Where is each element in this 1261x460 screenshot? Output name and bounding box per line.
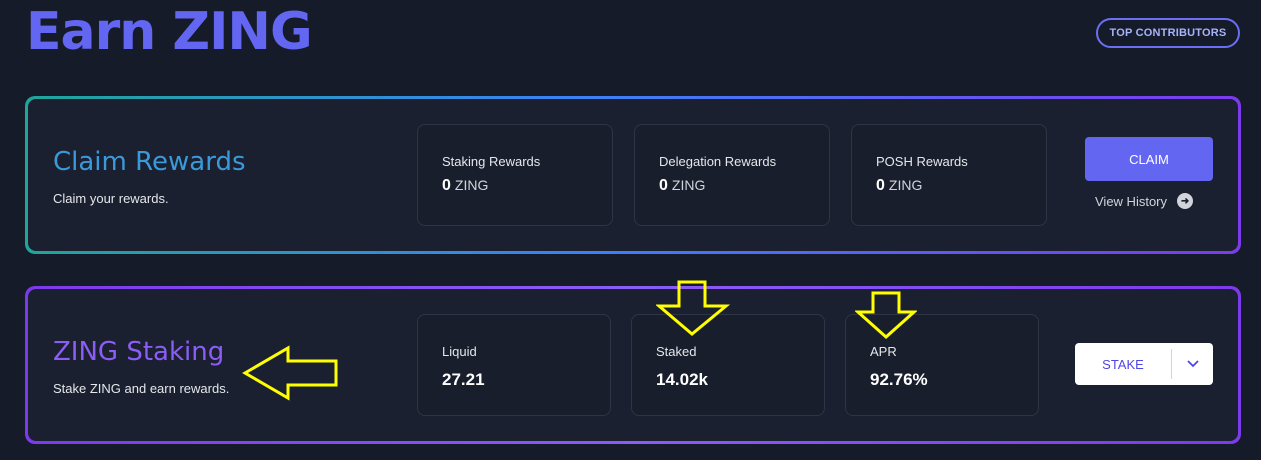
delegation-rewards-card: Delegation Rewards 0 ZING <box>634 124 830 226</box>
stat-value: 27.21 <box>442 370 485 389</box>
stake-button-group: STAKE <box>1075 343 1213 385</box>
view-history-label: View History <box>1095 193 1168 209</box>
stat-value: 0 ZING <box>876 177 923 194</box>
chevron-down-icon <box>1186 360 1199 368</box>
arrow-right-circle-icon: ➜ <box>1177 193 1194 209</box>
zing-staking-title: ZING Staking <box>53 337 225 367</box>
stat-label: Staking Rewards <box>442 154 541 169</box>
top-contributors-button[interactable]: TOP CONTRIBUTORS <box>1096 18 1240 48</box>
stat-value: 14.02k <box>656 370 708 389</box>
stat-value: 0 ZING <box>659 177 706 194</box>
page-title: Earn ZING <box>26 2 313 62</box>
arrow-left-icon <box>242 345 338 401</box>
arrow-down-icon <box>656 280 730 336</box>
stat-label: Delegation Rewards <box>659 154 777 169</box>
stat-label: Staked <box>656 344 697 359</box>
staking-rewards-card: Staking Rewards 0 ZING <box>417 124 613 226</box>
stake-dropdown-button[interactable] <box>1172 343 1213 385</box>
stat-label: POSH Rewards <box>876 154 968 169</box>
zing-staking-section: ZING Staking Stake ZING and earn rewards… <box>25 286 1241 444</box>
claim-button[interactable]: CLAIM <box>1085 137 1213 181</box>
claim-rewards-subtitle: Claim your rewards. <box>53 191 169 206</box>
stat-label: Liquid <box>442 344 477 359</box>
claim-rewards-section: Claim Rewards Claim your rewards. Stakin… <box>25 96 1241 254</box>
claim-rewards-title: Claim Rewards <box>53 147 246 177</box>
stat-label: APR <box>870 344 897 359</box>
stat-value: 0 ZING <box>442 177 489 194</box>
stat-value: 92.76% <box>870 370 928 389</box>
liquid-card: Liquid 27.21 <box>417 314 611 416</box>
zing-staking-subtitle: Stake ZING and earn rewards. <box>53 381 230 396</box>
posh-rewards-card: POSH Rewards 0 ZING <box>851 124 1047 226</box>
view-history-link[interactable]: View History ➜ <box>1095 193 1194 209</box>
arrow-down-icon <box>855 291 917 340</box>
stake-button[interactable]: STAKE <box>1075 343 1171 385</box>
